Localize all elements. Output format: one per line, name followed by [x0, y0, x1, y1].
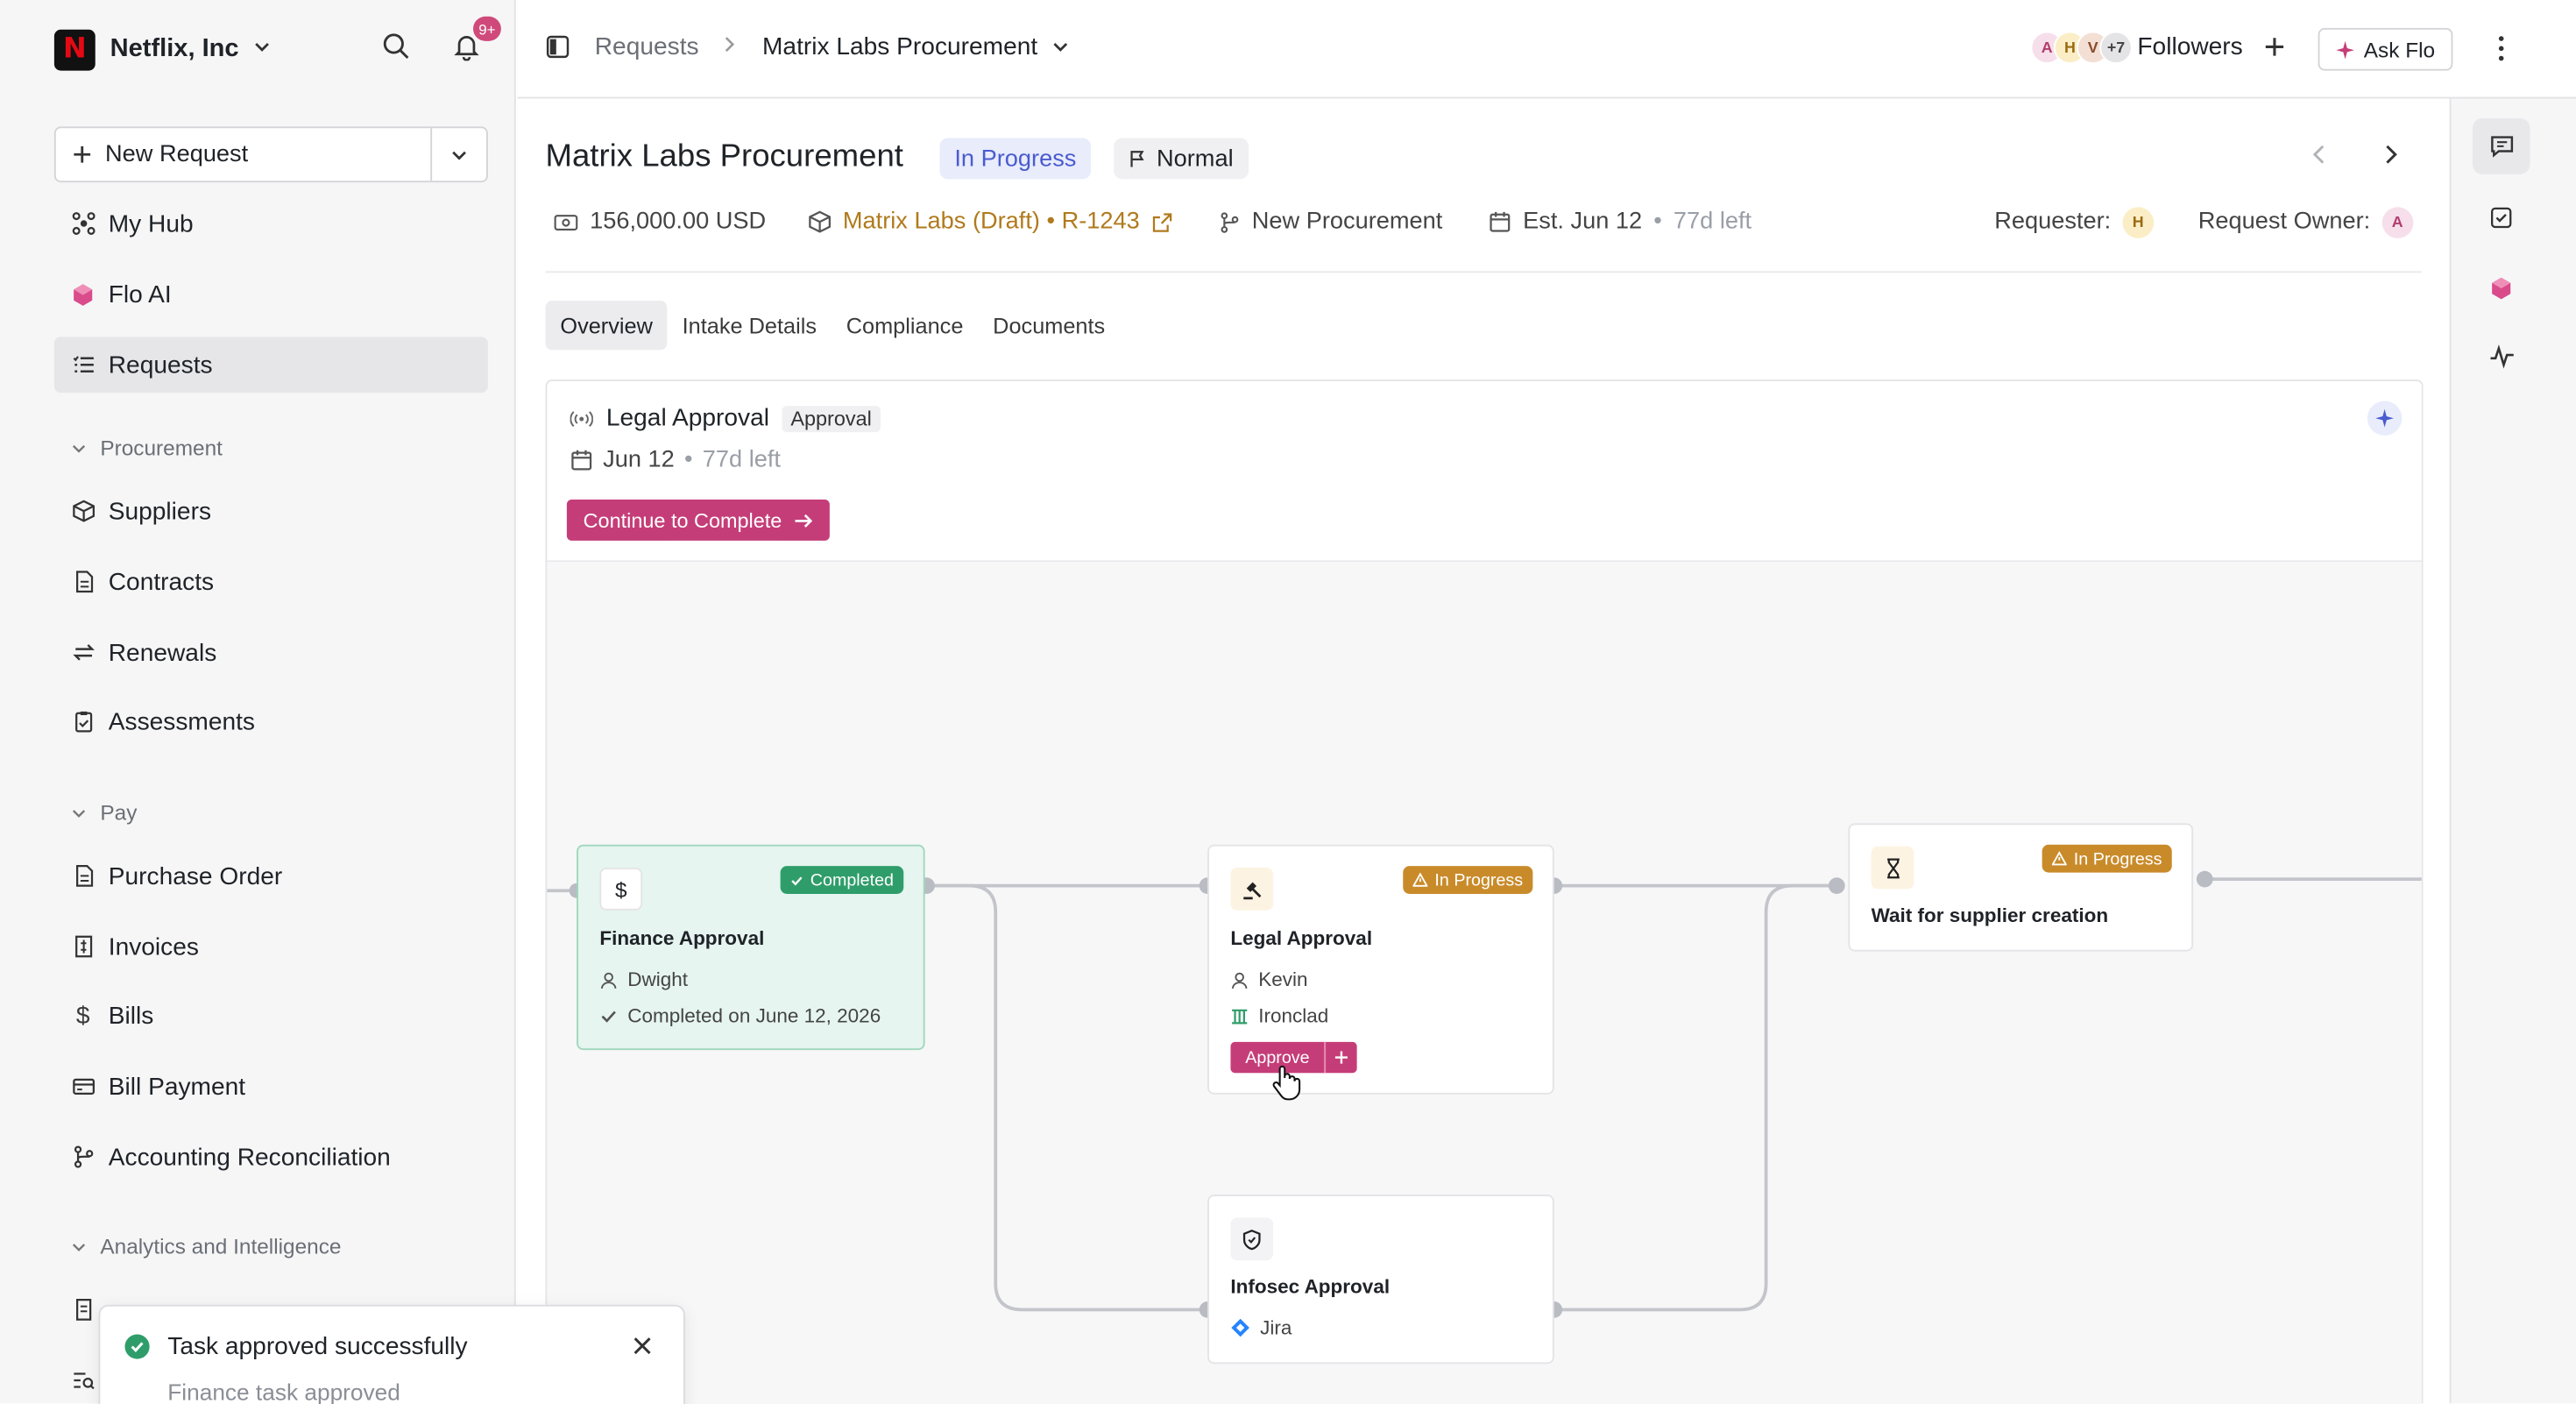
node-title: Wait for supplier creation [1871, 904, 2109, 927]
dollar-icon: $ [599, 868, 643, 911]
toast-notification: Task approved successfully Finance task … [98, 1304, 685, 1404]
flow-node-finance-approval[interactable]: $ Completed Finance Approval Dwight Comp… [577, 844, 925, 1051]
status-badge: In Progress [1403, 866, 1533, 894]
node-title: Finance Approval [599, 926, 765, 950]
node-assignee: Dwight [599, 968, 689, 991]
check-icon [601, 1010, 616, 1022]
flow-node-infosec-approval[interactable]: Infosec Approval Jira [1207, 1195, 1554, 1365]
flow-node-legal-approval[interactable]: In Progress Legal Approval Kevin Ironcla… [1207, 844, 1554, 1095]
toast-subtitle: Finance task approved [167, 1379, 400, 1404]
ironclad-icon [1232, 1008, 1248, 1024]
success-check-icon [124, 1334, 150, 1359]
system-name: Jira [1260, 1315, 1292, 1340]
plus-icon [1335, 1051, 1348, 1064]
node-system: Jira [1230, 1316, 1292, 1339]
node-title: Infosec Approval [1230, 1275, 1391, 1299]
jira-icon [1231, 1318, 1249, 1337]
assignee-name: Dwight [627, 968, 689, 991]
completion-text: Completed on June 12, 2026 [627, 1003, 881, 1027]
warning-icon [1413, 872, 1428, 887]
status-label: Completed [810, 869, 894, 890]
assignee-name: Kevin [1258, 968, 1308, 991]
gavel-icon [1230, 868, 1274, 911]
approve-more-button[interactable] [1324, 1041, 1357, 1074]
check-icon [791, 876, 803, 885]
hourglass-icon [1871, 846, 1914, 890]
shield-icon [1230, 1217, 1274, 1261]
status-label: In Progress [1434, 869, 1524, 890]
user-icon [1232, 971, 1248, 989]
system-name: Ironclad [1258, 1003, 1329, 1027]
node-completion-note: Completed on June 12, 2026 [599, 1004, 881, 1027]
status-label: In Progress [2073, 848, 2162, 869]
close-icon[interactable] [631, 1335, 657, 1361]
flow-node-wait-supplier[interactable]: In Progress Wait for supplier creation [1848, 823, 2194, 952]
flow-connectors [547, 870, 2422, 1318]
status-badge: Completed [781, 866, 904, 894]
node-title: Legal Approval [1230, 926, 1373, 950]
user-icon [601, 971, 617, 989]
warning-icon [2052, 851, 2068, 866]
toast-title: Task approved successfully [167, 1332, 468, 1361]
hand-cursor-icon [1272, 1065, 1301, 1101]
status-badge: In Progress [2042, 844, 2172, 873]
node-assignee: Kevin [1230, 968, 1308, 991]
node-system: Ironclad [1230, 1004, 1328, 1027]
